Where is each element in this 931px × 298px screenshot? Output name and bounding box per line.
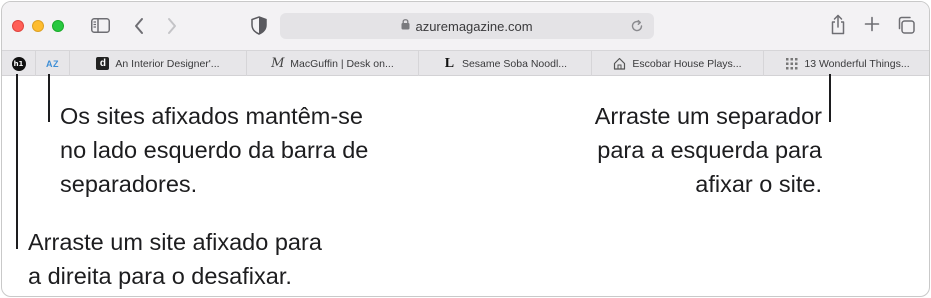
pinned-tab-1[interactable]: h1 [2, 51, 35, 76]
callout-leader-drag-right [16, 74, 18, 249]
callout-line: Arraste um separador [594, 103, 822, 129]
tab-title: 13 Wonderful Things... [804, 57, 910, 70]
new-tab-icon[interactable] [864, 16, 880, 32]
callout-line: a direita para o desafixar. [28, 263, 292, 289]
callout-drag-tab-left: Arraste um separador para a esquerda par… [480, 99, 822, 201]
address-bar[interactable]: azuremagazine.com [280, 13, 654, 39]
tab-4[interactable]: Escobar House Plays... [591, 51, 763, 76]
pinned-tab-2[interactable]: AZ [35, 51, 69, 76]
minimize-button[interactable] [32, 20, 44, 32]
reload-icon[interactable] [630, 19, 644, 33]
url-text: azuremagazine.com [415, 18, 533, 34]
tab-3[interactable]: L Sesame Soba Noodl... [418, 51, 591, 76]
callout-leader-pinned [48, 74, 50, 122]
tab-bar: h1 AZ d An Interior Designer'... M MacGu… [2, 50, 929, 76]
tab-favicon: L [444, 55, 455, 71]
callout-line: para a esquerda para [597, 137, 822, 163]
callout-line: Arraste um site afixado para [28, 229, 322, 255]
callout-line: separadores. [60, 171, 198, 197]
close-button[interactable] [12, 20, 24, 32]
tab-overview-icon[interactable] [897, 16, 915, 34]
tab-favicon: d [96, 57, 110, 70]
grid-icon [785, 57, 798, 70]
tab-title: Escobar House Plays... [632, 57, 742, 70]
callout-line: no lado esquerdo da barra de [60, 137, 369, 163]
tab-5[interactable]: 13 Wonderful Things... [763, 51, 929, 76]
share-icon[interactable] [830, 14, 846, 35]
tab-1[interactable]: d An Interior Designer'... [69, 51, 246, 76]
forward-icon[interactable] [166, 17, 178, 35]
house-icon [613, 57, 626, 70]
tab-title: Sesame Soba Noodl... [461, 57, 568, 70]
pinned-site-favicon: AZ [46, 58, 59, 69]
callout-line: afixar o site. [695, 171, 822, 197]
tab-2[interactable]: M MacGuffin | Desk on... [246, 51, 418, 76]
pinned-site-favicon: h1 [11, 56, 26, 71]
tab-title: MacGuffin | Desk on... [290, 57, 394, 70]
tab-title: An Interior Designer'... [115, 57, 220, 70]
lock-icon [401, 17, 410, 35]
callout-pinned-sites: Os sites afixados mantêm-se no lado esqu… [60, 99, 368, 201]
maximize-button[interactable] [52, 20, 64, 32]
callout-line: Os sites afixados mantêm-se [60, 103, 363, 129]
callout-drag-pinned-right: Arraste um site afixado para a direita p… [28, 225, 322, 293]
toolbar: azuremagazine.com [2, 2, 929, 50]
privacy-shield-icon[interactable] [251, 16, 267, 35]
tab-favicon: M [271, 56, 285, 71]
sidebar-icon[interactable] [91, 18, 110, 33]
back-icon[interactable] [133, 17, 145, 35]
callout-leader-drag-left [829, 74, 831, 122]
